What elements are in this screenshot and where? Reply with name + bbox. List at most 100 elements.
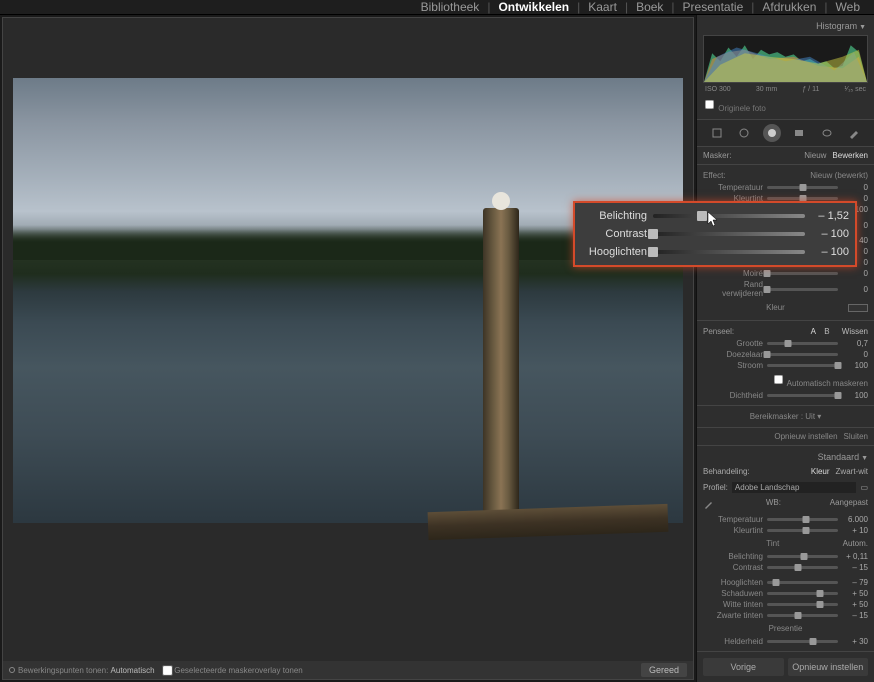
overlay-checkbox[interactable] [163,665,173,675]
standard-header[interactable]: Standaard [703,450,868,464]
reset-adjustments[interactable]: Opnieuw instellen [774,432,837,441]
main-canvas: Bewerkingspunten tonen: Automatisch Gese… [2,17,694,680]
automask-label: Automatisch maskeren [787,379,868,388]
radial-tool-icon[interactable] [818,124,836,142]
effect-0-slider[interactable] [767,186,838,189]
nav-kaart[interactable]: Kaart [582,0,623,14]
kleur-swatch[interactable] [848,304,868,312]
brush-erase[interactable]: Wissen [842,327,868,336]
automask-checkbox[interactable] [774,375,783,384]
tone-1-value: – 15 [842,563,868,572]
editpoints-label: Bewerkingspunten tonen: [18,666,108,675]
popup-0-value: – 1,52 [805,210,849,222]
tone-1-label: Contrast [703,563,763,572]
nav-afdrukken[interactable]: Afdrukken [756,0,822,14]
brush-2-slider[interactable] [767,364,838,367]
mask-edit[interactable]: Bewerken [832,151,868,160]
eyedropper-icon[interactable] [703,498,717,512]
brush-1-slider[interactable] [767,353,838,356]
popup-1-label: Contrast [581,228,653,240]
tone2-3-slider[interactable] [767,614,838,617]
tone2-2-slider[interactable] [767,603,838,606]
crop-tool-icon[interactable] [708,124,726,142]
tone2-0-value: – 79 [842,578,868,587]
wb-value[interactable]: Aangepast [830,498,868,512]
tone-0-slider[interactable] [767,555,838,558]
effect-8-value: 0 [842,285,868,294]
highlighted-sliders-popup: Belichting – 1,52Contrast – 100Hooglicht… [573,201,857,267]
maskrange-value[interactable]: Uit [805,412,815,421]
spot-tool-icon[interactable] [735,124,753,142]
wb-1-value: + 10 [842,526,868,535]
wb-0-slider[interactable] [767,518,838,521]
histogram-header[interactable]: Histogram [703,19,868,35]
mask-label: Masker: [703,151,731,160]
ready-button[interactable]: Gereed [641,663,687,677]
nav-ontwikkelen[interactable]: Ontwikkelen [492,0,575,14]
reset-button[interactable]: Opnieuw instellen [788,658,869,676]
popup-0-slider[interactable] [653,214,805,218]
close-adjustments[interactable]: Sluiten [844,432,868,441]
tone-0-value: + 0,11 [842,552,868,561]
tone-auto[interactable]: Autom. [843,539,868,548]
wb-1-slider[interactable] [767,529,838,532]
redeye-tool-icon[interactable] [763,124,781,142]
hist-iso: ISO 300 [705,86,731,93]
mask-new[interactable]: Nieuw [804,151,826,160]
presence-0-slider[interactable] [767,640,838,643]
effect-8-label: Rand verwijderen [703,280,763,298]
wb-0-value: 6.000 [842,515,868,524]
brush-0-slider[interactable] [767,342,838,345]
effect-7-value: 0 [842,269,868,278]
wb-1-label: Kleurtint [703,526,763,535]
tone2-0-label: Hooglichten [703,578,763,587]
effect-7-label: Moiré [703,269,763,278]
effect-preset[interactable]: Nieuw (bewerkt) [810,171,868,180]
histogram-graph[interactable] [703,35,868,83]
brush-tool-icon[interactable] [845,124,863,142]
tone2-3-value: – 15 [842,611,868,620]
nav-boek[interactable]: Boek [630,0,669,14]
treatment-bw[interactable]: Zwart-wit [836,467,868,476]
effect-label: Effect: [703,171,726,180]
tone2-0-slider[interactable] [767,581,838,584]
popup-1-value: – 100 [805,228,849,240]
wb-label: WB: [766,498,781,512]
brush-1-value: 0 [842,350,868,359]
density-value: 100 [842,391,868,400]
brush-0-label: Grootte [703,339,763,348]
popup-2-value: – 100 [805,246,849,258]
brush-label: Penseel: [703,327,734,336]
hist-shutter: ¹⁄₁₅ sec [844,86,866,93]
nav-web[interactable]: Web [830,0,866,14]
tone2-2-label: Witte tinten [703,600,763,609]
preview-image[interactable] [13,78,683,523]
effect-8-slider[interactable] [767,288,838,291]
tone2-1-value: + 50 [842,589,868,598]
overlay-label: Geselecteerde maskeroverlay tonen [174,666,303,675]
profile-select[interactable]: Adobe Landschap [732,482,857,493]
popup-2-label: Hooglichten [581,246,653,258]
brush-2-label: Stroom [703,361,763,370]
tone2-1-slider[interactable] [767,592,838,595]
density-slider[interactable] [767,394,838,397]
profile-label: Profiel: [703,483,728,492]
tone2-2-value: + 50 [842,600,868,609]
nav-presentatie[interactable]: Presentatie [677,0,750,14]
prev-button[interactable]: Vorige [703,658,784,676]
treatment-color[interactable]: Kleur [811,467,830,476]
nav-bibliotheek[interactable]: Bibliotheek [415,0,486,14]
brush-b[interactable]: B [824,327,829,336]
profile-browse-icon[interactable]: ▭ [860,483,868,492]
gradient-tool-icon[interactable] [790,124,808,142]
tone-1-slider[interactable] [767,566,838,569]
effect-1-slider[interactable] [767,197,838,200]
effect-7-slider[interactable] [767,272,838,275]
popup-1-slider[interactable] [653,232,805,236]
original-checkbox[interactable] [705,100,714,109]
editpoints-mode[interactable]: Automatisch [111,666,155,675]
tone2-3-label: Zwarte tinten [703,611,763,620]
popup-2-slider[interactable] [653,250,805,254]
brush-a[interactable]: A [811,327,816,336]
maskrange-label: Bereikmasker : [750,412,803,421]
